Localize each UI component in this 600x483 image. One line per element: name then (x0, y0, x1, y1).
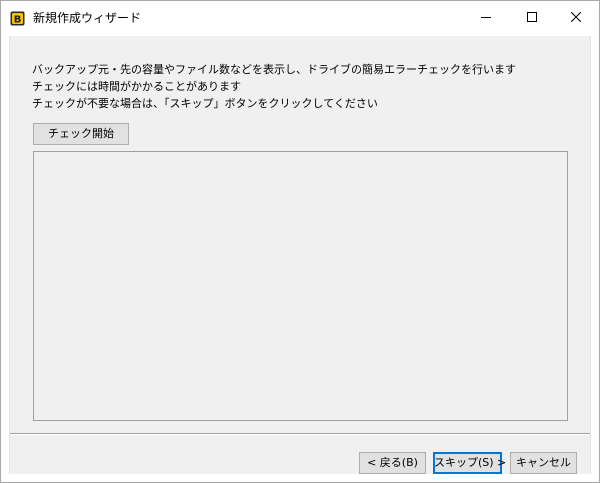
maximize-icon (527, 11, 537, 25)
check-result-area (33, 151, 568, 421)
window-title: 新規作成ウィザード (33, 11, 142, 25)
backup-app-icon: B (10, 11, 25, 26)
maximize-button[interactable] (509, 1, 555, 35)
close-icon (570, 11, 582, 25)
description-line: バックアップ元・先の容量やファイル数などを表示し、ドライブの簡易エラーチェックを… (32, 63, 516, 76)
cancel-button[interactable]: キャンセル (510, 452, 577, 474)
minimize-button[interactable] (463, 1, 509, 35)
close-button[interactable] (553, 1, 599, 35)
footer-separator (10, 433, 590, 435)
minimize-icon (481, 12, 491, 25)
title-bar[interactable]: B 新規作成ウィザード (1, 1, 599, 35)
wizard-page: バックアップ元・先の容量やファイル数などを表示し、ドライブの簡易エラーチェックを… (9, 36, 591, 474)
back-button[interactable]: < 戻る(B) (359, 452, 426, 474)
description-line: チェックが不要な場合は、「スキップ」ボタンをクリックしてください (32, 97, 378, 110)
description-line: チェックには時間がかかることがあります (32, 80, 241, 93)
skip-button[interactable]: スキップ(S) > (433, 452, 506, 474)
svg-text:B: B (14, 15, 22, 26)
wizard-window: B 新規作成ウィザード バックアップ元・先の容量やファイル数などを表示し、ドライ… (0, 0, 600, 483)
check-start-button[interactable]: チェック開始 (33, 123, 129, 145)
